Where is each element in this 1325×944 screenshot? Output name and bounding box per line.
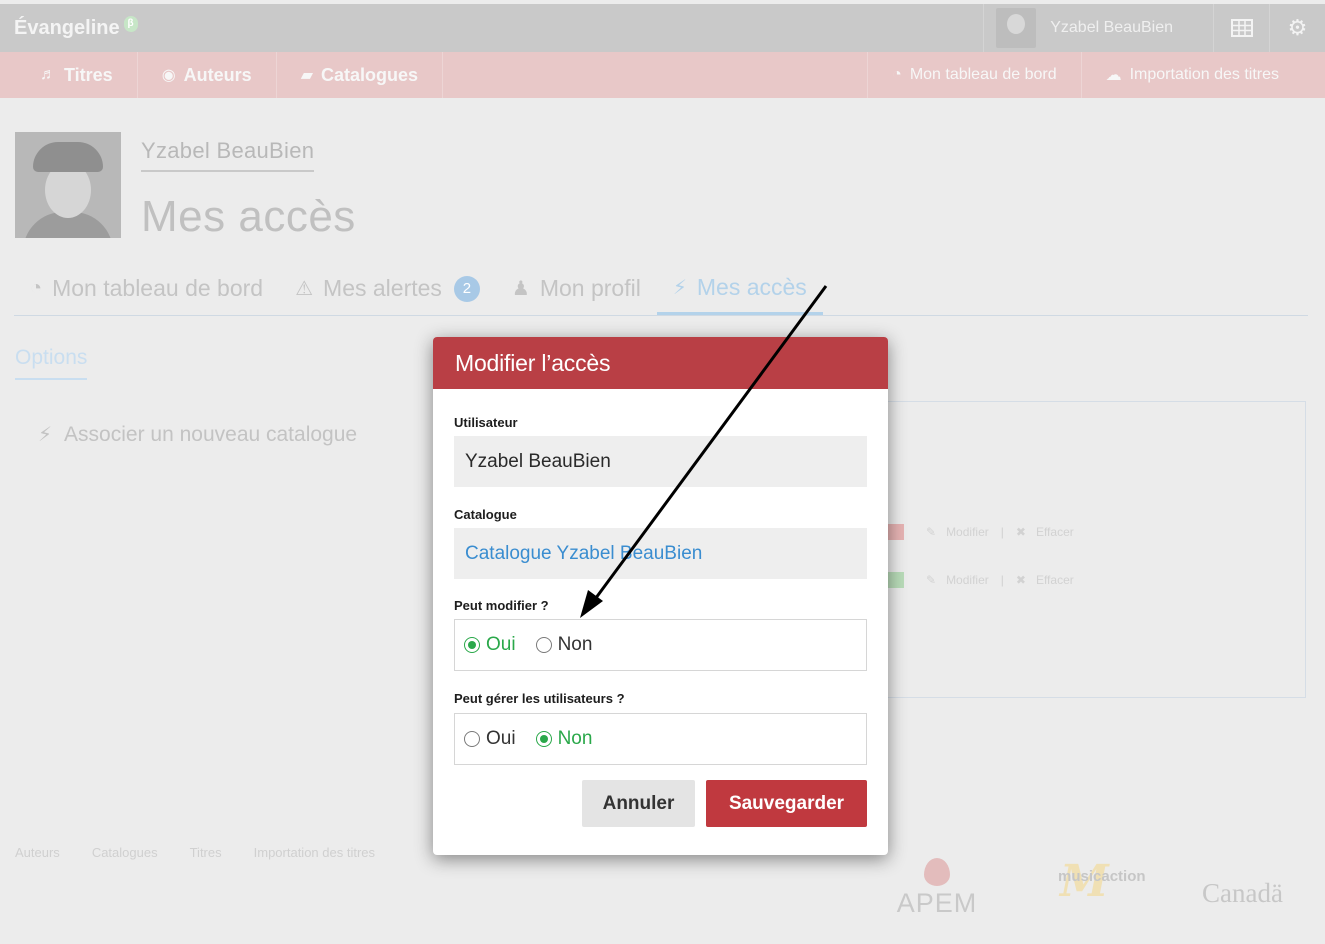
musicaction-logo-text: musicaction [1058, 868, 1146, 885]
user-menu[interactable]: Yzabel BeauBien [983, 4, 1213, 52]
nav-import-label: Importation des titres [1129, 66, 1279, 83]
can-manage-radio-group: Oui Non [454, 713, 867, 765]
can-edit-no-label: Non [557, 634, 593, 655]
nav-dashboard-label: Mon tableau de bord [909, 66, 1057, 83]
can-edit-yes-label: Oui [486, 634, 516, 655]
user-field[interactable]: Yzabel BeauBien [454, 436, 867, 487]
canada-logo-text: Canadä [1202, 878, 1283, 908]
delete-link[interactable]: Effacer [1036, 525, 1074, 539]
status-badge [888, 524, 904, 540]
nav-titres-label: Titres [64, 64, 113, 85]
close-icon: ✖ [1015, 525, 1026, 539]
can-edit-radio-group: Oui Non [454, 619, 867, 671]
edit-access-modal: Modifier l’accès Utilisateur Yzabel Beau… [433, 337, 888, 855]
nav-auteurs[interactable]: ◉ Auteurs [138, 52, 277, 98]
brand-name: Évangeline [14, 16, 120, 39]
tab-dashboard[interactable]: ◔ Mon tableau de bord [14, 262, 279, 315]
main-nav: ♬ Titres ◉ Auteurs ▰ Catalogues ◔ Mon ta… [0, 52, 1325, 98]
radio-unchecked-icon[interactable] [464, 731, 480, 747]
plug-icon: ⚡ [672, 276, 687, 299]
radio-checked-icon[interactable] [535, 731, 552, 747]
beta-badge: β [123, 16, 138, 32]
tab-access[interactable]: ⚡ Mes accès [656, 262, 823, 315]
footer-link-import[interactable]: Importation des titres [254, 845, 375, 860]
modal-title: Modifier l’accès [433, 337, 888, 389]
tab-profile-label: Mon profil [539, 275, 641, 301]
catalogue-field[interactable]: Catalogue Yzabel BeauBien [454, 528, 867, 579]
music-note-icon: ♬ [40, 66, 56, 83]
cloud-upload-icon: ☁ [1105, 67, 1122, 84]
delete-link[interactable]: Effacer [1036, 573, 1074, 587]
close-icon: ✖ [1015, 573, 1026, 587]
status-badge [888, 572, 904, 588]
radio-unchecked-icon[interactable] [535, 637, 552, 653]
avatar [996, 8, 1037, 48]
tab-alerts[interactable]: ⚠ Mes alertes 2 [279, 262, 496, 315]
edit-link[interactable]: Modifier [946, 573, 989, 587]
can-edit-yes[interactable]: Oui [464, 634, 516, 656]
profile-tabs: ◔ Mon tableau de bord ⚠ Mes alertes 2 ♟ … [14, 262, 1308, 316]
dashboard-icon: ◔ [892, 66, 902, 83]
nav-auteurs-label: Auteurs [183, 64, 252, 85]
tab-profile[interactable]: ♟ Mon profil [496, 262, 657, 315]
alerts-count-badge: 2 [453, 275, 480, 302]
can-edit-no[interactable]: Non [535, 634, 593, 656]
pencil-icon: ✎ [926, 525, 937, 539]
plug-icon: ⚡ [38, 424, 53, 446]
grid-icon[interactable] [1213, 4, 1269, 52]
nav-titres[interactable]: ♬ Titres [0, 52, 138, 98]
profile-name[interactable]: Yzabel BeauBien [141, 138, 315, 172]
user-menu-name: Yzabel BeauBien [1050, 19, 1173, 36]
associate-catalogue-link[interactable]: ⚡ Associer un nouveau catalogue [38, 422, 357, 447]
profile-avatar [15, 132, 121, 238]
user-field-label: Utilisateur [454, 415, 518, 430]
footer-link-auteurs[interactable]: Auteurs [15, 845, 60, 860]
footer-link-catalogues[interactable]: Catalogues [92, 845, 158, 860]
top-header: Évangeline β Yzabel BeauBien ⚙ [0, 4, 1325, 52]
warning-icon: ⚠ [295, 278, 314, 300]
user-icon: ♟ [511, 278, 530, 300]
can-manage-yes-label: Oui [486, 728, 516, 749]
musicaction-logo: M musicaction [1058, 856, 1146, 907]
tab-access-label: Mes accès [696, 273, 807, 300]
pencil-icon: ✎ [926, 573, 937, 587]
table-row: ✎ Modifier | ✖ Effacer [888, 572, 1074, 588]
tab-options[interactable]: Options [15, 346, 88, 380]
app-brand[interactable]: Évangeline β [14, 16, 138, 40]
dashboard-icon: ◔ [30, 277, 43, 299]
nav-import[interactable]: ☁ Importation des titres [1080, 52, 1325, 98]
book-icon: ▰ [300, 67, 313, 84]
nav-catalogues[interactable]: ▰ Catalogues [277, 52, 444, 98]
footer-link-titres[interactable]: Titres [190, 845, 222, 860]
nav-dashboard[interactable]: ◔ Mon tableau de bord [867, 52, 1080, 98]
user-circle-icon: ◉ [161, 67, 176, 84]
apem-logo: APEM [892, 858, 982, 919]
can-edit-label: Peut modifier ? [454, 598, 549, 613]
footer-links: Auteurs Catalogues Titres Importation de… [15, 845, 407, 860]
tab-alerts-label: Mes alertes [323, 275, 442, 301]
gear-icon[interactable]: ⚙ [1269, 4, 1325, 52]
nav-catalogues-label: Catalogues [321, 64, 419, 85]
radio-checked-icon[interactable] [464, 637, 480, 653]
table-row: ✎ Modifier | ✖ Effacer [888, 524, 1074, 540]
cancel-button[interactable]: Annuler [582, 780, 695, 827]
can-manage-no[interactable]: Non [535, 728, 593, 750]
can-manage-yes[interactable]: Oui [464, 728, 516, 750]
edit-link[interactable]: Modifier [946, 525, 989, 539]
associate-catalogue-label: Associer un nouveau catalogue [64, 422, 358, 446]
access-table-panel [850, 401, 1306, 698]
canada-logo: Canadä [1202, 878, 1283, 909]
page-title: Mes accès [141, 192, 356, 241]
catalogue-field-label: Catalogue [454, 507, 517, 522]
apem-logo-text: APEM [896, 888, 978, 918]
can-manage-label: Peut gérer les utilisateurs ? [454, 691, 625, 706]
can-manage-no-label: Non [557, 728, 593, 749]
tab-dashboard-label: Mon tableau de bord [52, 275, 264, 301]
save-button[interactable]: Sauvegarder [706, 780, 867, 827]
